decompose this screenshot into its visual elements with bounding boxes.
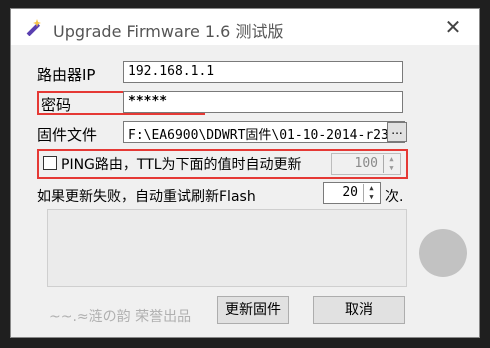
- arrow-down-icon: ▼: [389, 164, 394, 172]
- retry-count-spinner[interactable]: 20 ▲ ▼: [323, 182, 381, 204]
- close-icon[interactable]: ✕: [439, 14, 467, 40]
- log-output-area: [47, 209, 407, 287]
- ping-checkbox[interactable]: [43, 156, 57, 170]
- password-input[interactable]: *****: [123, 91, 403, 113]
- retry-count-value[interactable]: 20: [342, 185, 358, 200]
- firmware-file-label: 固件文件: [37, 126, 98, 144]
- ttl-spinner-arrows: ▲ ▼: [383, 155, 399, 173]
- browse-button[interactable]: ...: [387, 122, 407, 142]
- update-firmware-button[interactable]: 更新固件: [217, 296, 289, 324]
- window-title: Upgrade Firmware 1.6 测试版: [53, 22, 284, 41]
- wand-icon: [25, 18, 43, 37]
- retry-label: 如果更新失败，自动重试刷新Flash: [37, 189, 256, 205]
- arrow-up-icon: ▲: [389, 155, 394, 163]
- status-circle-icon: [419, 229, 467, 277]
- router-ip-label: 路由器IP: [37, 66, 96, 84]
- ttl-value: 100: [354, 156, 378, 171]
- ping-checkbox-label[interactable]: PING路由，TTL为下面的值时自动更新: [61, 154, 302, 174]
- retry-spinner-arrows[interactable]: ▲ ▼: [363, 184, 379, 202]
- router-ip-input[interactable]: 192.168.1.1: [123, 61, 403, 83]
- arrow-down-icon[interactable]: ▼: [364, 193, 379, 202]
- upgrade-firmware-window: Upgrade Firmware 1.6 测试版 ✕ 路由器IP 192.168…: [10, 8, 480, 338]
- arrow-up-icon[interactable]: ▲: [364, 184, 379, 193]
- cancel-button[interactable]: 取消: [313, 296, 405, 324]
- firmware-path-input[interactable]: F:\EA6900\DDWRT固件\01-10-2014-r23: [123, 121, 405, 143]
- password-label: 密码: [41, 96, 72, 114]
- credit-text: ~~.≈涟の韵 荣誉出品: [49, 309, 192, 325]
- ttl-spinner: 100 ▲ ▼: [331, 153, 401, 175]
- title-bar: Upgrade Firmware 1.6 测试版 ✕: [11, 9, 479, 45]
- retry-unit: 次.: [385, 189, 404, 205]
